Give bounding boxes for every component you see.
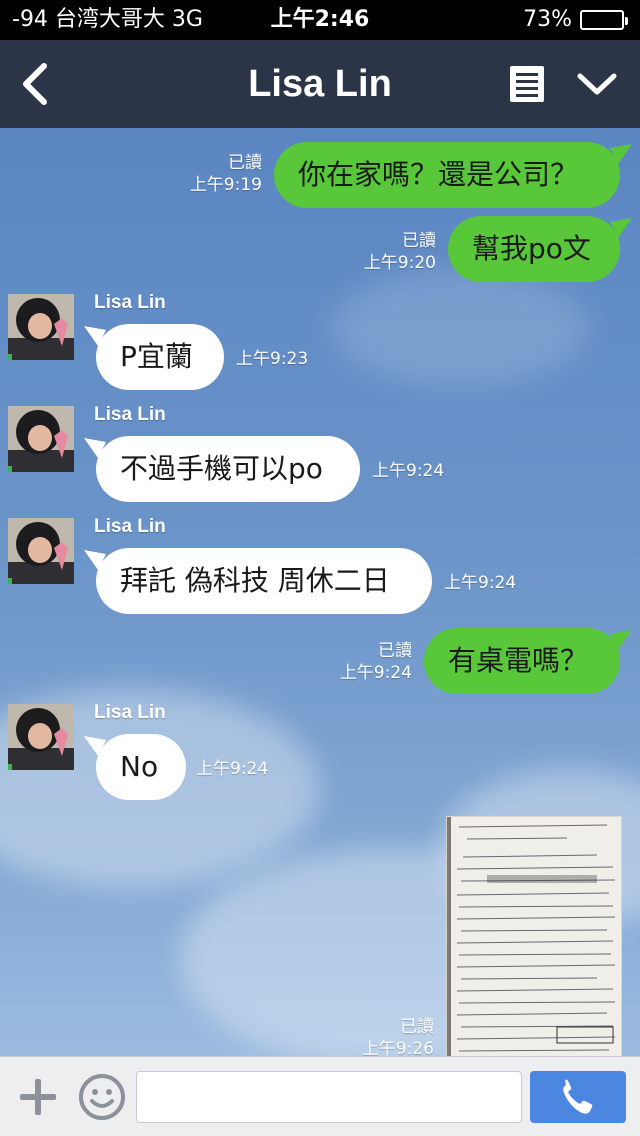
bubble-tail [610, 218, 632, 238]
sent-message-bubble[interactable]: 有桌電嗎？ [424, 628, 620, 694]
sent-message-bubble[interactable]: 幫我po文 [448, 216, 620, 282]
message-time: 上午9:23 [236, 349, 309, 369]
read-receipt: 已讀 [378, 641, 412, 661]
sender-name: Lisa Lin [94, 292, 166, 313]
status-bar: -94 台湾大哥大 3G 上午2:46 73% [0, 0, 640, 40]
avatar-photo [8, 406, 74, 472]
sender-name: Lisa Lin [94, 516, 166, 537]
battery-status: 73% [523, 0, 628, 40]
battery-percent: 73% [523, 7, 572, 32]
chat-area[interactable]: 已讀 上午9:19 你在家嗎？還是公司？ 已讀 上午9:20 幫我po文 Lis… [0, 128, 640, 1056]
attach-button[interactable] [18, 1077, 58, 1117]
message-time: 上午9:24 [444, 573, 517, 593]
chevron-down-icon [577, 73, 617, 95]
smiley-icon [79, 1074, 125, 1120]
message-input[interactable] [136, 1071, 522, 1123]
bubble-tail [610, 630, 632, 650]
avatar[interactable] [8, 406, 74, 472]
message-time: 上午9:24 [196, 759, 269, 779]
message-status: 已讀 上午9:20 [324, 230, 436, 274]
read-receipt: 已讀 [402, 231, 436, 251]
received-message-bubble[interactable]: P宜蘭 [96, 324, 224, 390]
avatar[interactable] [8, 518, 74, 584]
message-status: 已讀 上午9:19 [150, 152, 262, 196]
message-input-bar [0, 1056, 640, 1136]
notes-button[interactable] [508, 64, 546, 104]
handwritten-note-photo [447, 817, 621, 1056]
sender-name: Lisa Lin [94, 404, 166, 425]
plus-icon [20, 1079, 56, 1115]
message-time: 上午9:24 [372, 461, 445, 481]
sticker-button[interactable] [78, 1073, 126, 1121]
message-time: 上午9:20 [363, 253, 436, 273]
battery-icon [580, 10, 628, 30]
read-receipt: 已讀 [228, 153, 262, 173]
notes-icon [510, 66, 544, 102]
avatar-photo [8, 704, 74, 770]
message-time: 上午9:26 [361, 1039, 434, 1056]
call-button[interactable] [530, 1071, 626, 1123]
avatar-photo [8, 294, 74, 360]
message-status: 已讀 上午9:26 [322, 1016, 434, 1056]
message-status: 已讀 上午9:24 [300, 640, 412, 684]
avatar[interactable] [8, 704, 74, 770]
sent-message-bubble[interactable]: 你在家嗎？還是公司？ [274, 142, 620, 208]
sent-image-message[interactable] [446, 816, 622, 1056]
read-receipt: 已讀 [400, 1017, 434, 1037]
chat-header: Lisa Lin [0, 40, 640, 128]
message-time: 上午9:19 [189, 175, 262, 195]
bubble-tail [610, 144, 632, 164]
received-message-bubble[interactable]: No [96, 734, 186, 800]
received-message-bubble[interactable]: 不過手機可以po [96, 436, 360, 502]
received-message-bubble[interactable]: 拜託 偽科技 周休二日 [96, 548, 432, 614]
message-time: 上午9:24 [339, 663, 412, 683]
sender-name: Lisa Lin [94, 702, 166, 723]
avatar[interactable] [8, 294, 74, 360]
avatar-photo [8, 518, 74, 584]
menu-button[interactable] [574, 66, 620, 102]
phone-icon [563, 1079, 593, 1114]
